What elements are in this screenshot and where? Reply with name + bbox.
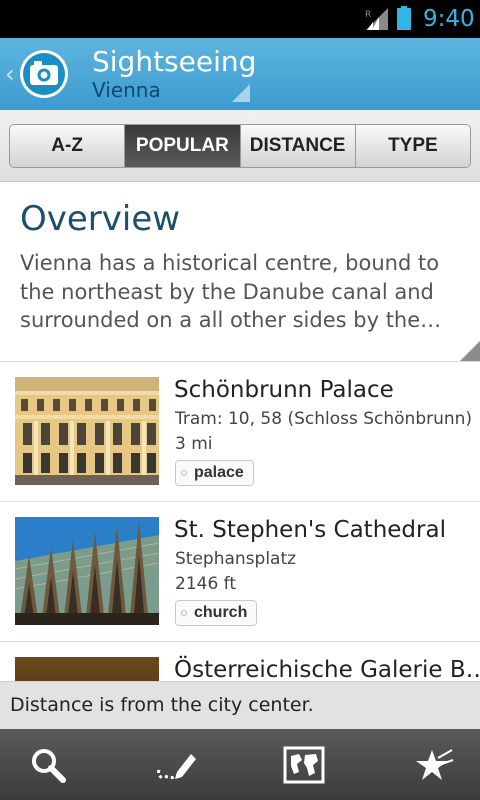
place-tag[interactable]: church bbox=[175, 600, 258, 626]
tag-label: church bbox=[194, 604, 248, 621]
favorites-button[interactable] bbox=[412, 744, 454, 786]
tab-a-z[interactable]: A-Z bbox=[10, 125, 126, 167]
signal-icon: R bbox=[365, 8, 388, 30]
up-chevron-icon[interactable]: ‹ bbox=[5, 60, 15, 88]
edit-icon bbox=[157, 754, 196, 780]
place-photo bbox=[15, 377, 159, 485]
search-button[interactable] bbox=[27, 744, 69, 786]
favorites-icon bbox=[416, 749, 454, 780]
tag-icon bbox=[181, 610, 187, 616]
place-tag[interactable]: palace bbox=[175, 460, 254, 486]
screen-title: Sightseeing bbox=[92, 45, 257, 78]
bottom-toolbar bbox=[0, 729, 480, 800]
tab-distance[interactable]: DISTANCE bbox=[240, 125, 356, 167]
place-distance: 3 mi bbox=[175, 434, 213, 454]
clock: 9:40 bbox=[423, 6, 475, 32]
battery-icon bbox=[397, 6, 411, 30]
action-bar: ‹ Sightseeing Vienna bbox=[0, 38, 480, 110]
status-bar: R 9:40 bbox=[0, 0, 480, 38]
overview-text: Vienna has a historical centre, bound to… bbox=[20, 251, 442, 332]
city-selector[interactable]: Vienna bbox=[92, 78, 161, 102]
roaming-indicator: R bbox=[365, 10, 371, 20]
overview-panel[interactable]: Overview Vienna has a historical centre,… bbox=[0, 183, 480, 362]
place-name: St. Stephen's Cathedral bbox=[174, 517, 446, 543]
place-name: Schönbrunn Palace bbox=[174, 377, 394, 403]
place-transit: Tram: 10, 58 (Schloss Schönbrunn) bbox=[175, 409, 473, 429]
place-name: Österreichische Galerie B… bbox=[174, 657, 480, 683]
overview-heading: Overview bbox=[20, 199, 181, 239]
list-item[interactable]: St. Stephen's Cathedral Stephansplatz 21… bbox=[0, 502, 480, 642]
map-icon bbox=[283, 746, 325, 784]
camera-icon[interactable] bbox=[19, 49, 69, 99]
tab-bar: A-Z POPULAR DISTANCE TYPE bbox=[0, 110, 480, 182]
place-photo bbox=[15, 517, 159, 625]
list-item[interactable]: Schönbrunn Palace Tram: 10, 58 (Schloss … bbox=[0, 362, 480, 502]
info-message: Distance is from the city center. bbox=[10, 694, 314, 716]
notes-button[interactable] bbox=[155, 744, 197, 786]
tag-label: palace bbox=[194, 464, 244, 481]
search-icon bbox=[32, 749, 66, 783]
tab-type[interactable]: TYPE bbox=[355, 125, 470, 167]
dropdown-corner-icon[interactable] bbox=[232, 84, 250, 102]
tab-popular[interactable]: POPULAR bbox=[125, 125, 241, 167]
info-bar: Distance is from the city center. bbox=[0, 681, 480, 729]
tag-icon bbox=[181, 470, 187, 476]
expand-corner-icon[interactable] bbox=[460, 341, 480, 361]
place-transit: Stephansplatz bbox=[175, 549, 297, 569]
place-distance: 2146 ft bbox=[175, 574, 237, 594]
map-button[interactable] bbox=[283, 744, 325, 786]
